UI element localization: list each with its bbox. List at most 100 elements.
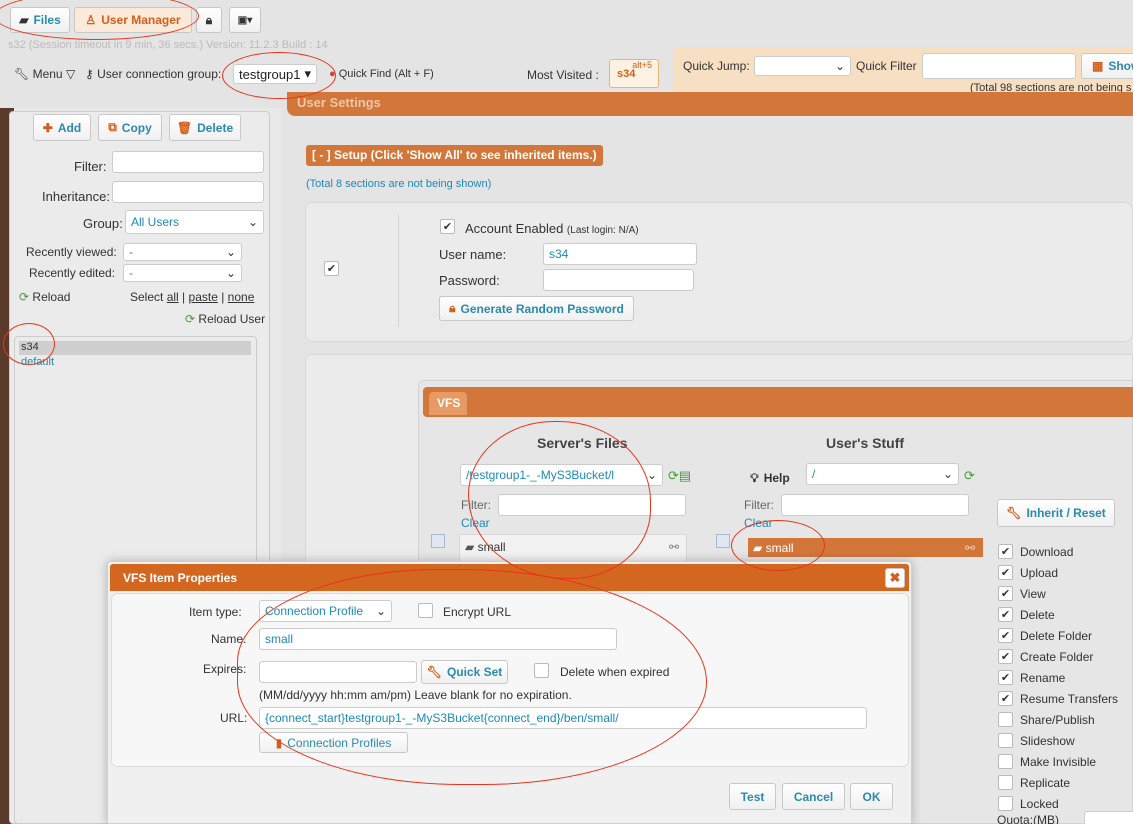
recently-edited-label: Recently edited: <box>29 266 116 280</box>
account-enabled-checkbox[interactable]: ✔ <box>440 219 455 234</box>
ok-button[interactable]: OK <box>850 783 893 810</box>
permission-checkbox-replicate[interactable] <box>998 775 1013 790</box>
quick-jump-select[interactable]: ⌄ <box>754 56 851 76</box>
plus-icon: ✚ <box>42 120 53 135</box>
permission-label: Upload <box>1020 566 1059 580</box>
permission-checkbox-upload[interactable]: ✔ <box>998 565 1013 580</box>
lock-tab[interactable]: 🔒︎ <box>196 7 222 33</box>
recently-viewed-select[interactable]: - ⌄ <box>123 243 242 261</box>
filter-input[interactable] <box>112 151 264 173</box>
username-input[interactable]: s34 <box>543 243 697 265</box>
menu-button[interactable]: 🔧︎ Menu ▽ <box>14 67 75 81</box>
password-input[interactable] <box>543 269 694 291</box>
link-icon: ⚯ <box>964 540 975 555</box>
paste-link[interactable]: paste <box>189 290 218 304</box>
connection-group-label: ⚷ User connection group: <box>85 67 222 81</box>
user-filter-label: Filter: <box>744 498 774 512</box>
inherit-reset-button[interactable]: 🔧︎ Inherit / Reset <box>997 499 1115 527</box>
show-button[interactable]: ▦Show <box>1081 53 1133 79</box>
image-menu[interactable]: ▣▾ <box>229 7 261 33</box>
recently-viewed-label: Recently viewed: <box>26 245 117 259</box>
settings-header: User Settings <box>287 92 1133 116</box>
username-label: User name: <box>439 247 507 262</box>
users-stuff-heading: User's Stuff <box>826 435 905 451</box>
help-button[interactable]: 💡︎ Help <box>744 467 796 489</box>
quick-filter-label: Quick Filter <box>856 59 917 73</box>
permission-checkbox-create-folder[interactable]: ✔ <box>998 649 1013 664</box>
generate-password-button[interactable]: 🔒︎ Generate Random Password <box>439 296 634 321</box>
inheritance-label: Inheritance: <box>42 189 110 204</box>
quota-input[interactable] <box>1084 811 1133 824</box>
folder-icon: ▰ <box>465 540 475 554</box>
account-box <box>305 202 1133 342</box>
copy-user-button[interactable]: ⧉ Copy <box>98 114 162 141</box>
permission-label: Replicate <box>1020 776 1071 790</box>
permission-label: Share/Publish <box>1020 713 1095 727</box>
quick-find[interactable]: ● Quick Find (Alt + F) <box>329 68 434 80</box>
server-refresh-icon[interactable]: ⟳▤ <box>668 468 691 484</box>
most-visited-label: Most Visited : <box>527 68 599 82</box>
permission-checkbox-share-publish[interactable] <box>998 712 1013 727</box>
annotation-circle-group <box>222 52 336 99</box>
annotation-circle-user <box>3 323 55 365</box>
permission-label: Locked <box>1020 797 1059 811</box>
add-user-button[interactable]: ✚ Add <box>33 114 91 141</box>
link-icon: ⚯ <box>668 540 679 554</box>
reload-button[interactable]: ⟳ Reload <box>19 290 70 304</box>
key-icon: ⚷ <box>85 67 94 81</box>
wrench-icon: 🔧︎ <box>1006 506 1022 520</box>
dialog-close-button[interactable]: ✖ <box>885 568 905 588</box>
permission-checkbox-locked[interactable] <box>998 796 1013 811</box>
url-label: URL: <box>220 711 248 725</box>
copy-icon: ⧉ <box>108 120 117 134</box>
user-refresh-icon[interactable]: ⟳ <box>964 468 975 484</box>
inheritance-input[interactable] <box>112 181 264 203</box>
setup-header[interactable]: [ - ] Setup (Click 'Show All' to see inh… <box>306 145 603 166</box>
most-visited-badge[interactable]: alt+5 s34 <box>609 59 659 88</box>
delete-user-button[interactable]: 🗑︎ Delete <box>169 114 241 141</box>
wrench-icon: 🔧︎ <box>14 67 30 81</box>
reload-user-button[interactable]: ⟳ Reload User <box>185 312 265 326</box>
cancel-button[interactable]: Cancel <box>782 783 845 810</box>
account-enabled-label: Account Enabled (Last login: N/A) <box>465 221 639 236</box>
select-none-link[interactable]: none <box>228 290 255 304</box>
permission-checkbox-slideshow[interactable] <box>998 733 1013 748</box>
vfs-header-bar <box>423 387 1133 417</box>
setup-total: (Total 8 sections are not being shown) <box>306 178 492 190</box>
item-type-label: Item type: <box>189 605 242 619</box>
user-path-select[interactable]: / ⌄ <box>806 463 959 485</box>
permission-checkbox-rename[interactable]: ✔ <box>998 670 1013 685</box>
select-links: Select all | paste | none <box>130 290 255 304</box>
select-all-link[interactable]: all <box>167 290 179 304</box>
permission-label: Delete <box>1020 608 1055 622</box>
permission-checkbox-make-invisible[interactable] <box>998 754 1013 769</box>
permission-label: Resume Transfers <box>1020 692 1119 706</box>
enabled-checkbox-left[interactable]: ✔ <box>324 261 339 276</box>
user-filter-input[interactable] <box>781 494 969 516</box>
permission-checkbox-delete-folder[interactable]: ✔ <box>998 628 1013 643</box>
permission-checkbox-delete[interactable]: ✔ <box>998 607 1013 622</box>
account-divider <box>398 215 399 327</box>
status-line: s32 (Session timeout in 9 min, 36 secs.)… <box>8 39 328 51</box>
dialog-title: VFS Item Properties <box>123 571 238 585</box>
vfs-tab[interactable]: VFS <box>429 392 467 415</box>
lightbulb-icon: 💡︎ <box>750 470 759 485</box>
permission-label: Slideshow <box>1020 734 1075 748</box>
permission-label: Download <box>1020 545 1074 559</box>
permission-label: Rename <box>1020 671 1066 685</box>
permission-label: Make Invisible <box>1020 755 1097 769</box>
trash-icon: 🗑︎ <box>176 120 193 135</box>
permission-checkbox-resume-transfers[interactable]: ✔ <box>998 691 1013 706</box>
password-label: Password: <box>439 273 500 288</box>
list-icon: ▦ <box>1092 59 1104 73</box>
permission-checkbox-view[interactable]: ✔ <box>998 586 1013 601</box>
annotation-circle-user-item <box>731 520 825 571</box>
quick-filter-input[interactable] <box>922 53 1076 79</box>
group-label: Group: <box>83 216 123 231</box>
refresh-icon: ⟳ <box>185 312 196 326</box>
test-button[interactable]: Test <box>729 783 776 810</box>
permission-checkbox-download[interactable]: ✔ <box>998 544 1013 559</box>
group-select[interactable]: All Users ⌄ <box>125 210 264 234</box>
recently-edited-select[interactable]: - ⌄ <box>123 264 242 282</box>
permission-label: Create Folder <box>1020 650 1094 664</box>
